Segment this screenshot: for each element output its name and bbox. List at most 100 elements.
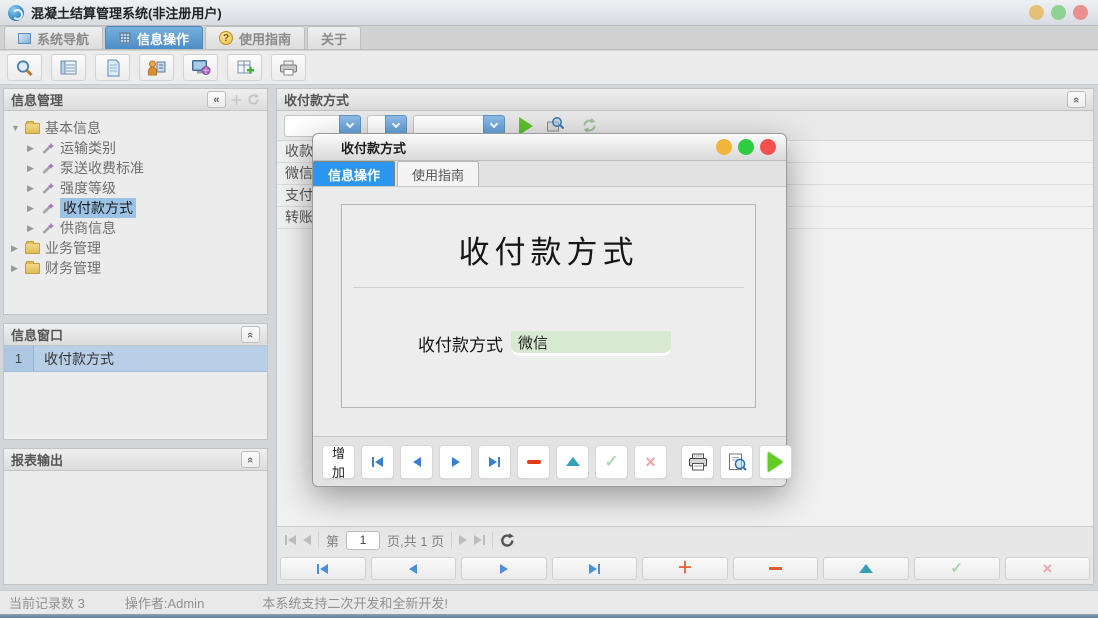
tab-about[interactable]: 关于 [307,26,361,49]
first-button[interactable] [361,445,394,479]
dialog-traffic-lights [716,139,776,155]
tree-item-payment-method[interactable]: ▶ 收付款方式 [4,198,267,218]
tool-icon [41,182,55,195]
edit-button[interactable] [556,445,589,479]
main-toolbar [0,51,1098,85]
tab-info-operation[interactable]: 信息操作 [105,26,203,49]
prev-record-button[interactable] [371,557,457,580]
tree-label: 基本信息 [45,118,101,138]
x-icon: × [1042,560,1052,577]
tree-item-transport-type[interactable]: ▶ 运输类别 [4,138,267,158]
first-record-button[interactable] [280,557,366,580]
window-titlebar: 混凝土结算管理系统(非注册用户) [0,0,1098,26]
collapse-arrow-icon[interactable]: ▶ [27,223,36,234]
collapse-up-button[interactable]: « [241,326,260,343]
info-manage-panel: 信息管理 « ＋ ▼ 基本信息 ▶ 运输类别 ▶ [3,88,268,315]
dialog-titlebar[interactable]: 收付款方式 [313,134,786,161]
tree-item-supplier-info[interactable]: ▶ 供商信息 [4,218,267,238]
refresh-icon[interactable] [247,93,260,106]
confirm-button[interactable]: ✓ [914,557,1000,580]
page-next-button[interactable] [459,535,467,545]
dialog-minimize-light-icon[interactable] [716,139,732,155]
last-button[interactable] [478,445,511,479]
tree-item-business-manage[interactable]: ▶ 业务管理 [4,238,267,258]
tree-label: 运输类别 [60,138,116,158]
list-view-button[interactable] [51,54,86,81]
dialog-tab-label: 信息操作 [328,165,380,184]
edit-record-button[interactable] [823,557,909,580]
document-icon [104,59,122,77]
page-last-button[interactable] [474,535,485,545]
user-report-button[interactable] [139,54,174,81]
collapse-up-button[interactable]: « [1067,91,1086,108]
dialog-tab-user-guide[interactable]: 使用指南 [397,161,479,186]
search-button[interactable] [7,54,42,81]
collapse-arrow-icon[interactable]: ▶ [27,143,36,154]
dialog-close-light-icon[interactable] [760,139,776,155]
info-window-header: 信息窗口 « [4,324,267,346]
delete-button[interactable] [517,445,550,479]
cancel-button[interactable]: × [634,445,667,479]
row-index: 1 [4,346,34,371]
tree-item-strength-grade[interactable]: ▶ 强度等级 [4,178,267,198]
cancel-button[interactable]: × [1005,557,1091,580]
monitor-button[interactable] [183,54,218,81]
minimize-light-icon[interactable] [1029,5,1044,20]
print-button[interactable] [681,445,714,479]
refresh-icon[interactable] [581,117,598,134]
page-prev-button[interactable] [303,535,311,545]
run-button[interactable] [759,445,792,479]
close-light-icon[interactable] [1073,5,1088,20]
main-tabbar: 系统导航 信息操作 ? 使用指南 关于 [0,26,1098,50]
confirm-button[interactable]: ✓ [595,445,628,479]
tab-user-guide[interactable]: ? 使用指南 [205,26,305,49]
tab-system-nav[interactable]: 系统导航 [4,26,103,49]
collapse-arrow-icon[interactable]: ▶ [11,263,20,274]
prev-button[interactable] [400,445,433,479]
collapse-left-button[interactable]: « [207,91,226,108]
check-icon: ✓ [604,453,618,470]
tab-label: 系统导航 [37,29,89,48]
tree-item-finance-manage[interactable]: ▶ 财务管理 [4,258,267,278]
tree-item-pump-fee[interactable]: ▶ 泵送收费标准 [4,158,267,178]
info-window-title: 信息窗口 [11,325,63,344]
help-circle-icon: ? [219,31,233,45]
add-button[interactable]: 增加 [322,445,355,479]
collapse-arrow-icon[interactable]: ▶ [11,243,20,254]
zoom-light-icon[interactable] [1051,5,1066,20]
add-record-button[interactable]: ＋ [642,557,728,580]
add-icon[interactable]: ＋ [230,90,243,109]
document-button[interactable] [95,54,130,81]
page-first-button[interactable] [285,535,296,545]
dialog-zoom-light-icon[interactable] [738,139,754,155]
report-output-header: 报表输出 « [4,449,267,471]
dialog-tab-info-operation[interactable]: 信息操作 [313,161,395,186]
last-record-button[interactable] [552,557,638,580]
expand-arrow-icon[interactable]: ▼ [11,123,20,133]
collapse-arrow-icon[interactable]: ▶ [27,203,36,214]
page-number-input[interactable] [346,531,380,550]
table-add-button[interactable] [227,54,262,81]
remove-record-button[interactable] [733,557,819,580]
printer-button[interactable] [271,54,306,81]
tree-label-selected: 收付款方式 [60,198,136,218]
next-record-button[interactable] [461,557,547,580]
x-icon: × [645,453,656,471]
cell-value: 转账 [285,209,313,225]
refresh-icon[interactable] [500,533,515,548]
window-traffic-lights [1029,5,1088,20]
print-preview-button[interactable] [720,445,753,479]
payment-method-input[interactable] [511,331,671,356]
info-window-row[interactable]: 1 收付款方式 [4,346,267,372]
info-window-panel: 信息窗口 « 1 收付款方式 [3,323,268,440]
collapse-arrow-icon[interactable]: ▶ [27,163,36,174]
next-button[interactable] [439,445,472,479]
tree-item-basic-info[interactable]: ▼ 基本信息 [4,118,267,138]
run-query-icon[interactable] [519,117,533,135]
print-preview-icon [727,453,747,471]
collapse-arrow-icon[interactable]: ▶ [27,183,36,194]
record-count-label: 当前记录数 3 [9,593,85,612]
tree-label: 业务管理 [45,238,101,258]
collapse-up-button[interactable]: « [241,451,260,468]
statusbar: 当前记录数 3 操作者:Admin 本系统支持二次开发和全新开发! [0,590,1098,614]
